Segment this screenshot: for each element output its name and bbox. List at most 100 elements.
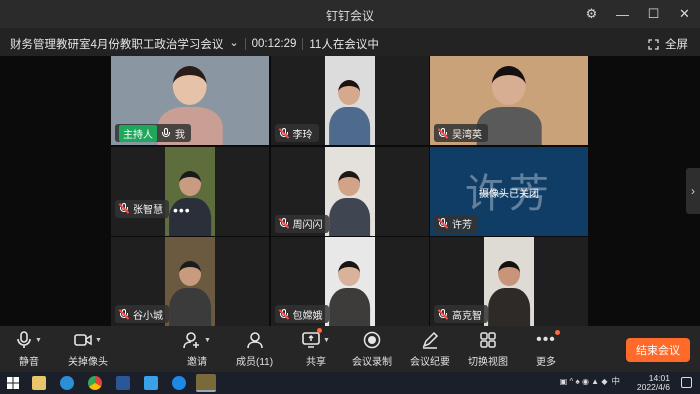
participant-video — [484, 237, 534, 326]
record-button[interactable]: 会议录制 — [352, 330, 392, 368]
app-icon[interactable] — [172, 376, 186, 390]
participant-name: 谷小城 — [133, 310, 163, 322]
video-tile[interactable]: 周闪闪 — [270, 146, 429, 236]
minimize-button[interactable]: — — [607, 0, 638, 28]
mute-label: 静音 — [18, 357, 39, 368]
participant-name: 周闪闪 — [292, 220, 323, 231]
muted-microphone-icon — [278, 308, 289, 320]
chevron-down-icon[interactable]: ▼ — [95, 337, 102, 344]
camera-off-text: 摄像头已关闭 — [479, 188, 539, 200]
participant-name-tag: 张智慧 — [115, 199, 169, 218]
messenger-icon[interactable] — [144, 376, 158, 390]
participant-figure — [169, 261, 211, 326]
tray-apps-icon[interactable]: ▣ ^ ♠ ◉ ▲ ◆ — [560, 377, 608, 386]
close-button[interactable]: ✕ — [669, 0, 700, 28]
participant-name-tag: 包嫦娥 — [274, 305, 329, 323]
next-page-arrow-icon[interactable]: › — [686, 168, 700, 214]
camera-button[interactable]: ▼ 关掉像头 — [68, 330, 108, 368]
participant-name-tag: 许芳 — [434, 214, 478, 233]
participant-figure — [328, 170, 371, 236]
file-explorer-icon[interactable] — [32, 376, 46, 390]
more-options-icon[interactable]: ••• — [173, 202, 191, 218]
notes-pen-icon — [422, 331, 439, 349]
switch-view-label: 切换视图 — [468, 357, 508, 368]
chevron-down-icon[interactable]: ⌄ — [229, 36, 238, 49]
os-taskbar: ▣ ^ ♠ ◉ ▲ ◆ 中 14:01 2022/4/6 — [0, 372, 700, 394]
chevron-down-icon[interactable]: ▼ — [35, 337, 42, 344]
window-controls: ⚙ — ☐ ✕ — [576, 0, 700, 28]
participant-figure — [328, 261, 371, 326]
invite-button[interactable]: ▼ 邀请 — [183, 330, 211, 368]
participant-name: 张智慧 — [133, 205, 163, 216]
video-tile[interactable]: 李玲 — [270, 56, 429, 145]
chrome-browser-icon[interactable] — [88, 376, 102, 390]
fullscreen-button[interactable]: 全屏 — [648, 36, 688, 52]
minutes-label: 会议纪要 — [410, 357, 450, 368]
fullscreen-icon — [648, 38, 659, 50]
meeting-duration: 00:12:29 — [251, 38, 297, 50]
dingtalk-meeting-icon[interactable] — [196, 374, 216, 392]
participant-video — [324, 146, 375, 236]
participant-name-tag: 周闪闪 — [274, 214, 329, 233]
participant-name: 高克智 — [452, 310, 482, 322]
divider — [302, 38, 304, 50]
clock-date: 2022/4/6 — [636, 382, 670, 392]
participant-name-tag: 李玲 — [274, 124, 319, 142]
participant-name-tag: 吴湾英 — [434, 124, 488, 142]
title-bar: 钉钉会议 ⚙ — ☐ ✕ — [0, 0, 700, 28]
muted-microphone-icon — [437, 218, 449, 229]
host-badge: 主持人 — [119, 124, 157, 142]
meeting-toolbar: ▼ 静音 ▼ 关掉像头 ▼ 邀请 成员(11) ▼ 共享 会议录制 会议纪要 切… — [0, 326, 700, 372]
muted-microphone-icon — [437, 127, 449, 139]
camera-icon — [74, 334, 92, 346]
microphone-icon — [17, 331, 31, 348]
edge-browser-icon[interactable] — [60, 376, 74, 390]
windows-start-icon[interactable] — [7, 377, 19, 389]
video-tile[interactable]: 许芳 摄像头已关闭 许芳 — [430, 146, 588, 236]
muted-microphone-icon — [118, 203, 130, 214]
screen-share-icon — [302, 332, 320, 348]
chevron-down-icon[interactable]: ▼ — [204, 337, 211, 344]
participant-count: 11人在会议中 — [309, 39, 379, 51]
participant-name-tag: 谷小城 — [115, 305, 169, 323]
members-button[interactable]: 成员(11) — [236, 330, 273, 368]
more-button[interactable]: ••• 更多 — [536, 330, 560, 368]
meeting-name[interactable]: 财务管理教研室4月份教职工政治学习会议 — [10, 36, 223, 52]
members-icon — [246, 332, 263, 349]
meeting-info-bar: 财务管理教研室4月份教职工政治学习会议 ⌄ 00:12:29 11人在会议中 全… — [0, 28, 700, 56]
video-tile[interactable]: 谷小城 — [111, 237, 269, 326]
system-clock[interactable]: 14:01 2022/4/6 — [637, 374, 670, 392]
video-tile[interactable]: 高克智 — [430, 237, 588, 326]
video-stage: 主持人我 李玲 吴湾英 ••• 张智慧 周闪闪 许芳 摄像头已关闭 许芳 谷小城 包嫦… — [0, 56, 700, 326]
maximize-button[interactable]: ☐ — [638, 0, 669, 28]
share-label: 共享 — [305, 357, 326, 368]
participant-name: 我 — [175, 129, 185, 141]
chevron-down-icon[interactable]: ▼ — [323, 337, 330, 344]
settings-icon[interactable]: ⚙ — [576, 0, 607, 28]
word-icon[interactable] — [116, 376, 130, 390]
end-meeting-button[interactable]: 结束会议 — [626, 338, 690, 362]
mute-button[interactable]: ▼ 静音 — [16, 330, 42, 368]
notification-dot — [316, 328, 322, 333]
ime-indicator[interactable]: 中 — [611, 375, 620, 387]
microphone-icon — [161, 127, 171, 139]
fullscreen-label: 全屏 — [665, 39, 688, 51]
switch-view-button[interactable]: 切换视图 — [468, 330, 508, 368]
participant-name-tag: 高克智 — [434, 305, 488, 323]
video-tile[interactable]: ••• 张智慧 — [111, 146, 269, 236]
record-icon — [363, 331, 381, 349]
video-grid: 主持人我 李玲 吴湾英 ••• 张智慧 周闪闪 许芳 摄像头已关闭 许芳 谷小城 包嫦… — [111, 56, 588, 326]
members-label: 成员(11) — [236, 357, 274, 368]
participant-name: 吴湾英 — [452, 129, 482, 141]
participant-name: 许芳 — [452, 220, 472, 231]
video-tile[interactable]: 包嫦娥 — [270, 237, 429, 326]
notification-icon[interactable] — [681, 377, 692, 388]
video-tile[interactable]: 主持人 我 — [111, 56, 269, 145]
notification-dot — [554, 330, 560, 335]
participant-figure — [488, 261, 530, 326]
participant-video — [165, 237, 215, 326]
minutes-button[interactable]: 会议纪要 — [410, 330, 450, 368]
participant-name-tag: 主持人 我 — [115, 124, 191, 142]
video-tile[interactable]: 吴湾英 — [430, 56, 588, 145]
share-button[interactable]: ▼ 共享 — [302, 328, 330, 368]
